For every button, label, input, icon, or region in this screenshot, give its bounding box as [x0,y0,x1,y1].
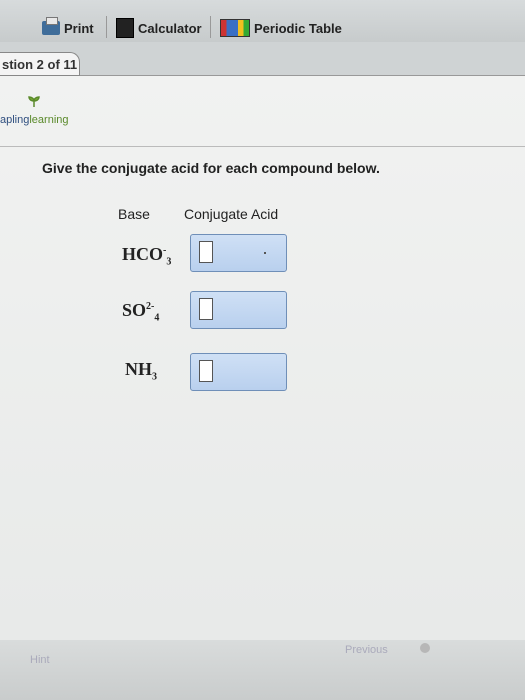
formula-main: HCO [122,244,164,264]
brand-right: learning [29,114,69,126]
question-prompt: Give the conjugate acid for each compoun… [42,160,380,176]
base-formula-row-3: NH3 [125,359,157,383]
printer-icon [42,17,60,35]
previous-button[interactable]: Previous [345,644,388,656]
calculator-label: Calculator [138,20,202,36]
toolbar-separator [210,16,211,38]
print-button[interactable]: Print [42,17,94,38]
formula-subscript: 4 [154,312,160,324]
calculator-button[interactable]: Calculator [116,18,202,38]
formula-main: NH [125,359,152,379]
formula-input-cursor-box[interactable] [199,298,213,320]
input-dot [264,252,266,254]
formula-input-cursor-box[interactable] [199,360,213,382]
base-formula-row-2: SO2-4 [122,300,159,324]
periodic-table-label: Periodic Table [254,20,342,36]
formula-charge: - [163,245,167,256]
hint-button[interactable]: Hint [30,654,50,666]
brand-left: apling [0,114,30,126]
top-toolbar: Print Calculator Periodic Table [0,0,525,42]
brand-logo: aplinglearning [0,114,69,126]
conjugate-acid-input-row-1[interactable] [190,234,287,272]
footer-bar: Hint Previous [0,640,525,700]
print-label: Print [64,20,94,36]
status-circle-icon [420,643,430,653]
formula-subscript: 3 [166,256,172,268]
conjugate-acid-input-row-2[interactable] [190,291,287,329]
question-tab[interactable]: stion 2 of 11 [0,52,80,76]
formula-input-cursor-box[interactable] [199,241,213,263]
formula-main: SO [122,300,147,320]
leaf-logo-icon [28,96,40,107]
calculator-icon [116,18,134,38]
brand-divider [0,146,525,147]
formula-charge: 2- [146,301,155,312]
column-header-base: Base [118,206,150,222]
conjugate-acid-input-row-3[interactable] [190,353,287,391]
toolbar-separator [106,16,107,38]
periodic-table-button[interactable]: Periodic Table [220,18,342,38]
question-panel: aplinglearning Give the conjugate acid f… [0,76,525,696]
column-header-conjugate-acid: Conjugate Acid [184,206,279,222]
base-formula-row-1: HCO-3 [122,244,171,268]
formula-subscript: 3 [152,371,157,383]
periodic-table-icon [220,19,250,37]
